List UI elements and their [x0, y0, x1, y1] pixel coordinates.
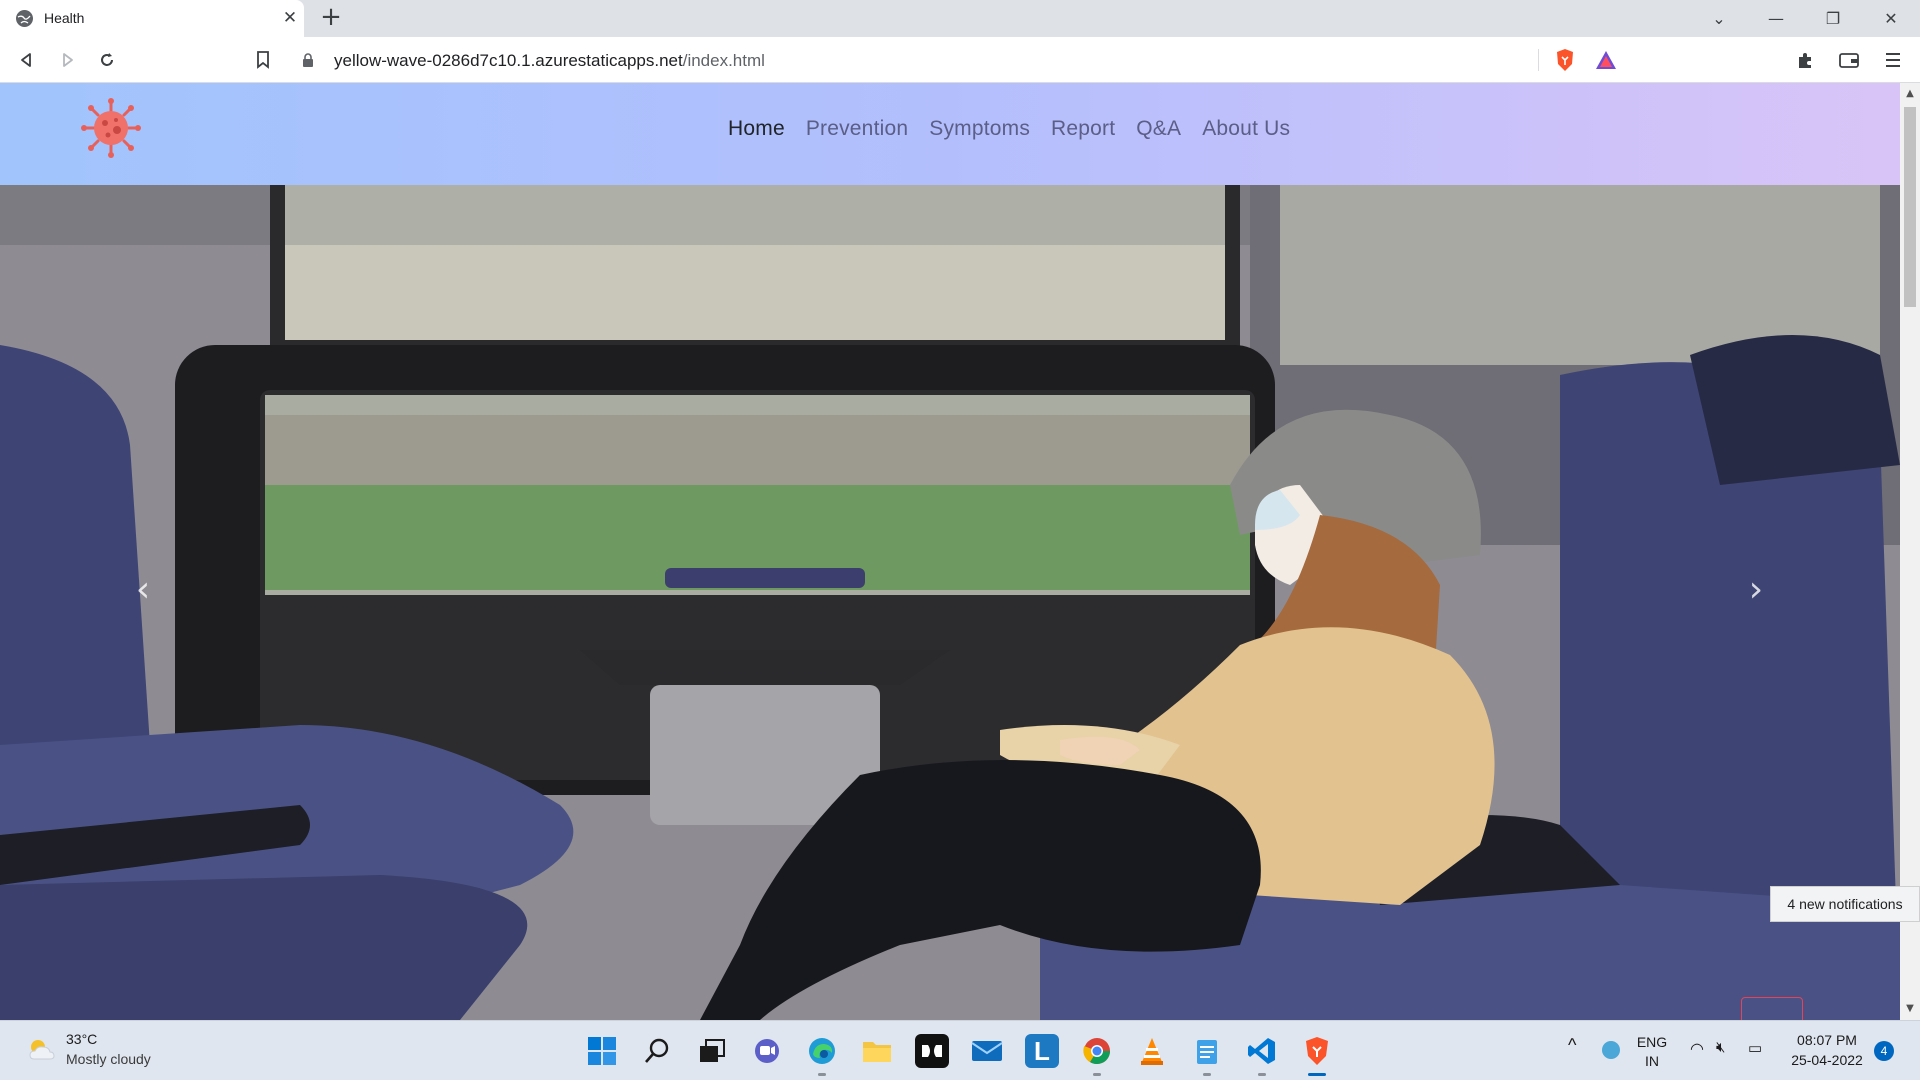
tab-title: Health [44, 10, 85, 26]
lock-icon [303, 53, 313, 67]
nav-prevention[interactable]: Prevention [806, 117, 908, 141]
carousel-next-icon[interactable]: › [1736, 570, 1776, 610]
carousel-prev-icon[interactable]: ‹ [123, 570, 163, 610]
scrollbar-thumb[interactable] [1904, 107, 1916, 307]
site-header: Home Prevention Symptoms Report Q&A Abou… [0, 83, 1900, 185]
chrome-icon[interactable] [1080, 1034, 1114, 1076]
windows-start-icon[interactable] [585, 1034, 619, 1068]
scroll-down-arrow-icon[interactable]: ▼ [1904, 1002, 1916, 1016]
url-text[interactable]: yellow-wave-0286d7c10.1.azurestaticapps.… [334, 51, 765, 71]
brave-rewards-icon[interactable] [1594, 49, 1618, 71]
browser-tab[interactable]: Health ✕ [0, 0, 304, 37]
mail-icon[interactable] [970, 1034, 1004, 1068]
l-app-icon[interactable]: L [1025, 1034, 1059, 1068]
address-bar[interactable]: yellow-wave-0286d7c10.1.azurestaticapps.… [292, 43, 1630, 77]
search-icon[interactable] [640, 1034, 674, 1068]
vscode-icon[interactable] [1245, 1034, 1279, 1076]
clock-date[interactable]: 25-04-2022 [1782, 1052, 1872, 1068]
hero-carousel: ‹ › [0, 185, 1900, 1020]
nav-symptoms[interactable]: Symptoms [929, 117, 1030, 141]
weather-description[interactable]: Mostly cloudy [66, 1051, 151, 1067]
globe-icon [16, 10, 33, 27]
page-scrollbar[interactable]: ▲ ▼ [1900, 83, 1920, 1020]
brave-browser-icon[interactable] [1300, 1034, 1334, 1076]
restore-button[interactable]: ❐ [1818, 4, 1848, 34]
new-tab-button[interactable]: + [318, 4, 344, 31]
reload-button[interactable] [92, 45, 122, 75]
show-hidden-icons-chevron-icon[interactable]: ^ [1568, 1035, 1576, 1056]
notepad-icon[interactable] [1190, 1034, 1224, 1076]
weather-temperature[interactable]: 33°C [66, 1031, 97, 1047]
clock-time[interactable]: 08:07 PM [1782, 1032, 1872, 1048]
file-explorer-icon[interactable] [860, 1034, 894, 1068]
virus-logo-icon[interactable] [80, 97, 142, 159]
tray-app-icon[interactable] [1602, 1041, 1620, 1059]
notification-count-badge[interactable]: 4 [1874, 1041, 1894, 1061]
close-window-button[interactable]: ✕ [1876, 4, 1906, 34]
partly-cloudy-icon[interactable] [26, 1037, 56, 1063]
back-to-top-button[interactable] [1741, 997, 1803, 1020]
browser-menu-icon[interactable] [1878, 45, 1908, 75]
task-view-icon[interactable] [695, 1034, 729, 1068]
url-host: yellow-wave-0286d7c10.1.azurestaticapps.… [334, 51, 683, 70]
brave-shields-icon[interactable] [1554, 48, 1576, 72]
wifi-icon[interactable]: ◠ [1690, 1039, 1704, 1059]
battery-icon[interactable]: ▭ [1748, 1039, 1762, 1057]
dolby-access-icon[interactable] [915, 1034, 949, 1068]
l-app-letter: L [1034, 1035, 1050, 1066]
windows-taskbar: 33°C Mostly cloudy L ^ ENG IN ◠ 🔇︎ ▭ 08:… [0, 1020, 1920, 1080]
input-language[interactable]: ENG [1636, 1034, 1668, 1050]
extensions-icon[interactable] [1790, 45, 1820, 75]
volume-muted-icon[interactable]: 🔇︎ [1716, 1039, 1725, 1056]
input-region[interactable]: IN [1636, 1053, 1668, 1069]
main-nav: Home Prevention Symptoms Report Q&A Abou… [728, 117, 1311, 141]
browser-tab-strip: Health ✕ + ⌄ — ❐ ✕ [0, 0, 1920, 37]
hero-image [0, 185, 1900, 1020]
web-page: Home Prevention Symptoms Report Q&A Abou… [0, 83, 1900, 1020]
browser-toolbar: yellow-wave-0286d7c10.1.azurestaticapps.… [0, 37, 1920, 83]
vlc-icon[interactable] [1135, 1034, 1169, 1068]
nav-home[interactable]: Home [728, 117, 785, 141]
bookmark-icon[interactable] [248, 45, 278, 75]
tab-search-chevron-icon[interactable]: ⌄ [1704, 4, 1734, 34]
forward-button[interactable] [52, 45, 82, 75]
url-path: /index.html [682, 51, 765, 70]
omnibox-divider [1538, 49, 1539, 71]
scroll-up-arrow-icon[interactable]: ▲ [1904, 87, 1916, 101]
minimize-button[interactable]: — [1761, 4, 1791, 34]
nav-report[interactable]: Report [1051, 117, 1115, 141]
back-button[interactable] [12, 45, 42, 75]
wallet-icon[interactable] [1834, 45, 1864, 75]
tab-close-icon[interactable]: ✕ [281, 9, 299, 27]
nav-qa[interactable]: Q&A [1136, 117, 1181, 141]
nav-about-us[interactable]: About Us [1202, 117, 1290, 141]
teams-chat-icon[interactable] [750, 1034, 784, 1068]
notifications-toast[interactable]: 4 new notifications [1770, 886, 1920, 922]
edge-browser-icon[interactable] [805, 1034, 839, 1076]
